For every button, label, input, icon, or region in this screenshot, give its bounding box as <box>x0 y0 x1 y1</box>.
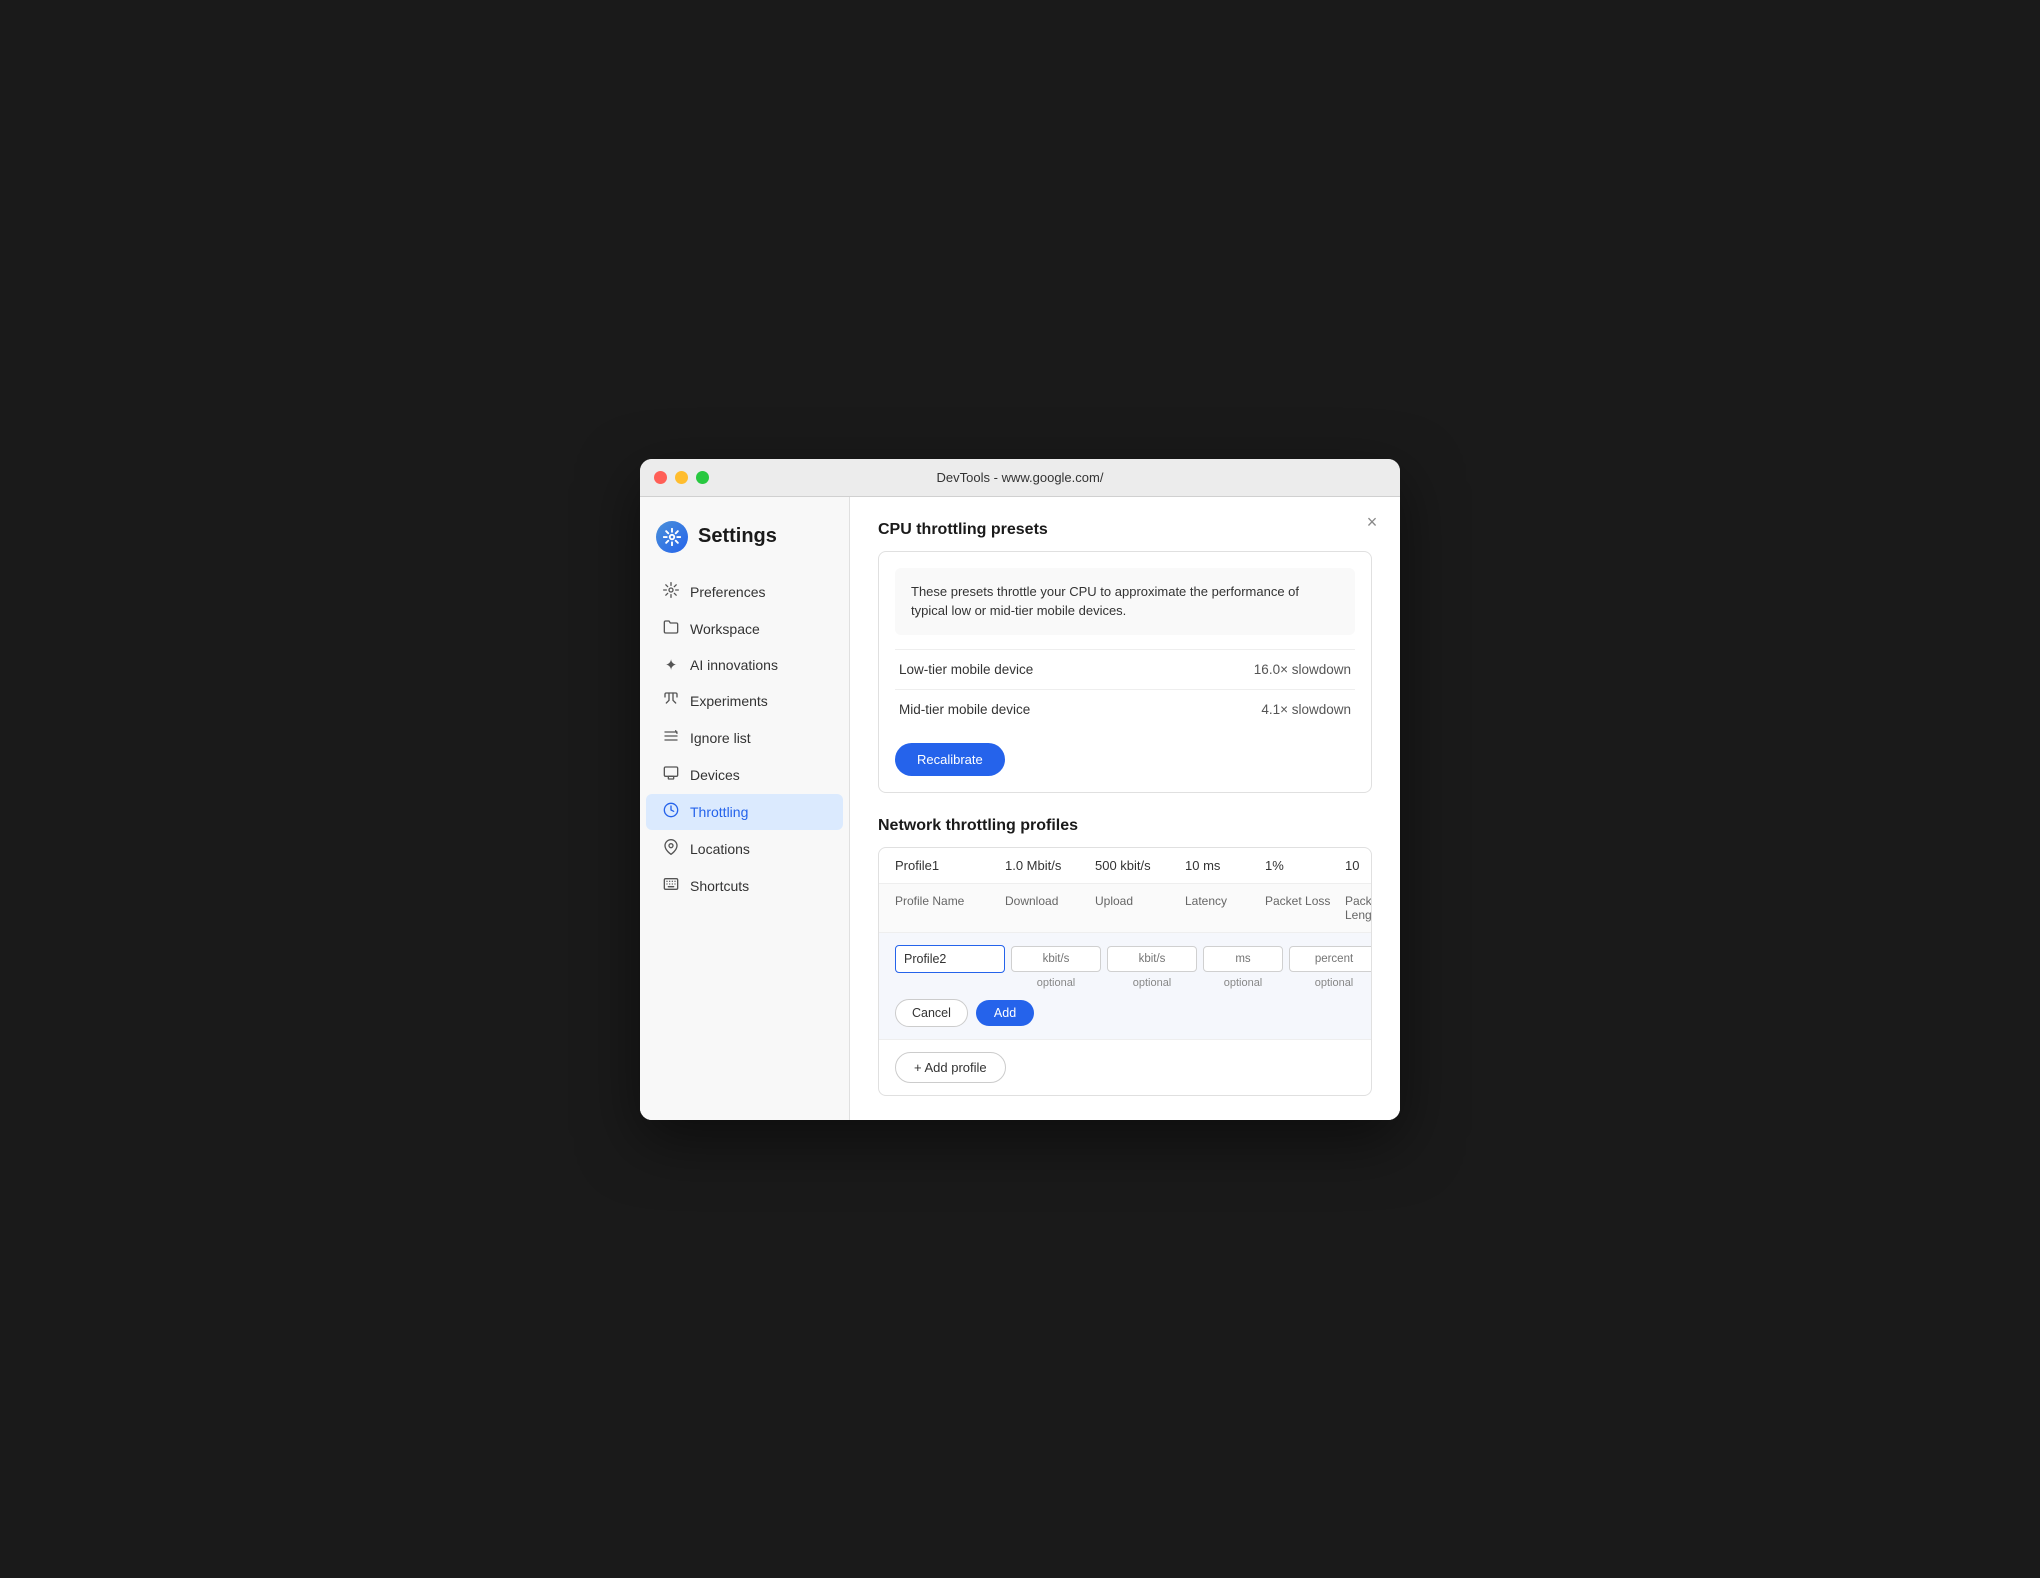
cpu-info-text: These presets throttle your CPU to appro… <box>895 568 1355 635</box>
opt-packet-loss: optional <box>1289 977 1372 989</box>
sidebar-item-locations[interactable]: Locations <box>646 831 843 867</box>
new-profile-download-input[interactable] <box>1011 946 1101 972</box>
settings-logo-icon <box>656 521 688 553</box>
experiments-label: Experiments <box>690 693 768 709</box>
shortcuts-label: Shortcuts <box>690 878 749 894</box>
experiments-icon <box>662 691 680 711</box>
sidebar: Settings Preferences Workspace ✦ AI inno… <box>640 497 850 1120</box>
mid-tier-label: Mid-tier mobile device <box>899 702 1030 717</box>
preferences-label: Preferences <box>690 584 765 600</box>
new-profile-packet-loss-input[interactable] <box>1289 946 1372 972</box>
profile-headers-row: Profile Name Download Upload Latency Pac… <box>879 884 1371 933</box>
new-profile-upload-input[interactable] <box>1107 946 1197 972</box>
preset-row-low: Low-tier mobile device 16.0× slowdown <box>895 649 1355 689</box>
locations-icon <box>662 839 680 859</box>
network-card: Profile1 1.0 Mbit/s 500 kbit/s 10 ms 1% … <box>878 847 1372 1096</box>
cancel-button[interactable]: Cancel <box>895 999 968 1027</box>
existing-profile-row: Profile1 1.0 Mbit/s 500 kbit/s 10 ms 1% … <box>879 848 1371 884</box>
sidebar-header: Settings <box>640 513 849 573</box>
locations-label: Locations <box>690 841 750 857</box>
profile1-download: 1.0 Mbit/s <box>1005 858 1095 873</box>
sidebar-item-shortcuts[interactable]: Shortcuts <box>646 868 843 904</box>
header-download: Download <box>1005 894 1095 908</box>
devices-icon <box>662 765 680 785</box>
cpu-section-title: CPU throttling presets <box>878 521 1372 539</box>
titlebar: DevTools - www.google.com/ <box>640 459 1400 497</box>
sidebar-item-ignore-list[interactable]: Ignore list <box>646 720 843 756</box>
maximize-traffic-light[interactable] <box>696 471 709 484</box>
opt-spacer <box>895 977 1005 989</box>
profile1-packet-queue: 10 <box>1345 858 1372 873</box>
sidebar-item-preferences[interactable]: Preferences <box>646 574 843 610</box>
optional-labels-row: optional optional optional optional opti… <box>895 977 1355 989</box>
header-upload: Upload <box>1095 894 1185 908</box>
sidebar-item-workspace[interactable]: Workspace <box>646 611 843 647</box>
new-profile-name-input[interactable] <box>895 945 1005 973</box>
traffic-lights <box>654 471 709 484</box>
profile1-packet-loss: 1% <box>1265 858 1345 873</box>
new-profile-inputs <box>895 945 1355 973</box>
profile1-upload: 500 kbit/s <box>1095 858 1185 873</box>
add-button[interactable]: Add <box>976 1000 1034 1026</box>
ignore-list-label: Ignore list <box>690 730 751 746</box>
window-title: DevTools - www.google.com/ <box>937 470 1104 485</box>
new-profile-area: optional optional optional optional opti… <box>879 933 1371 1040</box>
close-traffic-light[interactable] <box>654 471 667 484</box>
workspace-icon <box>662 619 680 639</box>
header-latency: Latency <box>1185 894 1265 908</box>
profile-actions: Cancel Add <box>895 999 1355 1027</box>
shortcuts-icon <box>662 876 680 896</box>
header-profile-name: Profile Name <box>895 894 1005 908</box>
devices-label: Devices <box>690 767 740 783</box>
header-packet-queue: Packet Queue Length <box>1345 894 1372 922</box>
add-profile-button[interactable]: + Add profile <box>895 1052 1006 1083</box>
profile1-latency: 10 ms <box>1185 858 1265 873</box>
low-tier-value: 16.0× slowdown <box>1254 662 1351 677</box>
network-section-title: Network throttling profiles <box>878 817 1372 835</box>
sidebar-item-ai-innovations[interactable]: ✦ AI innovations <box>646 648 843 682</box>
recalibrate-button[interactable]: Recalibrate <box>895 743 1005 776</box>
header-packet-loss: Packet Loss <box>1265 894 1345 908</box>
new-profile-latency-input[interactable] <box>1203 946 1283 972</box>
cpu-card: These presets throttle your CPU to appro… <box>878 551 1372 793</box>
mid-tier-value: 4.1× slowdown <box>1261 702 1351 717</box>
devtools-window: DevTools - www.google.com/ Settings Pref… <box>640 459 1400 1120</box>
sidebar-item-throttling[interactable]: Throttling <box>646 794 843 830</box>
ignore-list-icon <box>662 728 680 748</box>
sidebar-item-experiments[interactable]: Experiments <box>646 683 843 719</box>
minimize-traffic-light[interactable] <box>675 471 688 484</box>
add-profile-row: + Add profile <box>879 1040 1371 1095</box>
main-content: Settings Preferences Workspace ✦ AI inno… <box>640 497 1400 1120</box>
opt-latency: optional <box>1203 977 1283 989</box>
profile1-name: Profile1 <box>895 858 1005 873</box>
throttling-label: Throttling <box>690 804 748 820</box>
workspace-label: Workspace <box>690 621 760 637</box>
throttling-icon <box>662 802 680 822</box>
ai-icon: ✦ <box>662 656 680 674</box>
main-panel: × CPU throttling presets These presets t… <box>850 497 1400 1120</box>
sidebar-item-devices[interactable]: Devices <box>646 757 843 793</box>
preset-row-mid: Mid-tier mobile device 4.1× slowdown <box>895 689 1355 729</box>
opt-upload: optional <box>1107 977 1197 989</box>
preferences-icon <box>662 582 680 602</box>
close-button[interactable]: × <box>1360 511 1384 535</box>
opt-download: optional <box>1011 977 1101 989</box>
low-tier-label: Low-tier mobile device <box>899 662 1033 677</box>
sidebar-heading: Settings <box>698 525 777 548</box>
ai-label: AI innovations <box>690 657 778 673</box>
